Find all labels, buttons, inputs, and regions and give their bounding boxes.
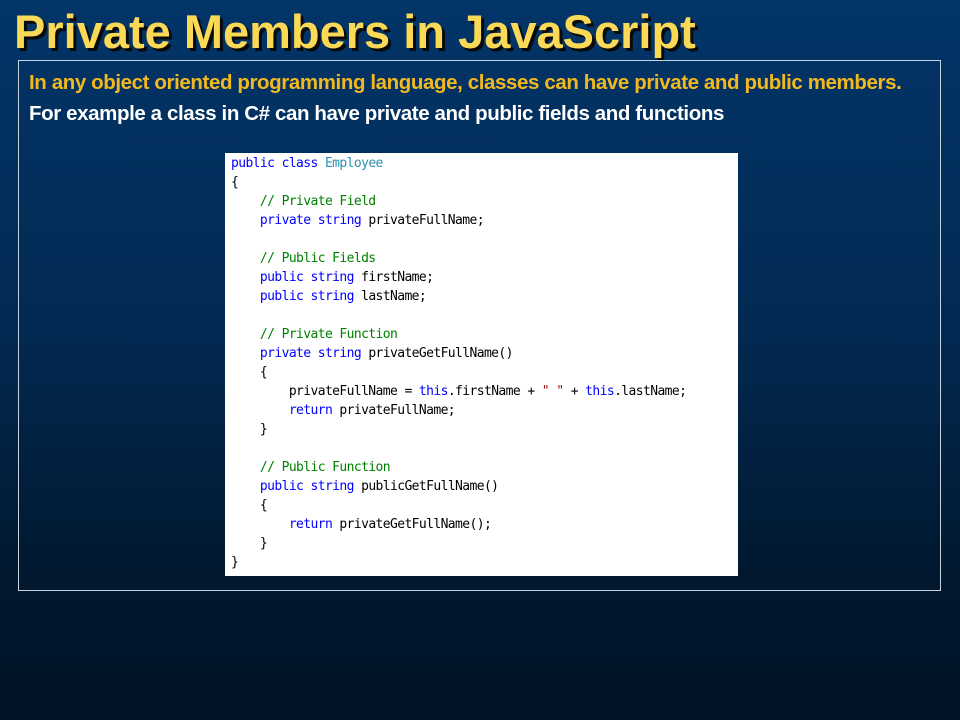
code-token-plain: firstName; — [361, 270, 434, 285]
code-token-type: Employee — [324, 156, 383, 171]
code-token-plain: { — [231, 498, 268, 513]
code-token-keyword: private string — [231, 346, 369, 361]
code-token-plain: privateFullName; — [339, 403, 456, 418]
code-line: public class Employee — [231, 154, 686, 173]
code-line: // Private Field — [231, 192, 686, 211]
code-token-plain: lastName; — [361, 289, 427, 304]
intro-body-text: For example a class in C# can have priva… — [29, 102, 724, 125]
intro-paragraph: In any object oriented programming langu… — [29, 67, 929, 129]
code-token-string: " " — [541, 384, 564, 399]
code-token-plain: } — [231, 536, 268, 551]
code-token-plain: privateGetFullName(); — [339, 517, 492, 532]
code-line: privateFullName = this.firstName + " " +… — [231, 382, 687, 401]
code-token-comment: // Public Fields — [231, 251, 376, 266]
content-box: In any object oriented programming langu… — [18, 60, 941, 591]
code-line: private string privateGetFullName() — [231, 344, 686, 363]
code-line: // Public Function — [231, 458, 686, 477]
code-token-plain: publicGetFullName() — [361, 479, 499, 494]
code-line: public string firstName; — [231, 268, 686, 287]
code-token-keyword: this — [585, 384, 615, 399]
code-line: { — [231, 173, 686, 192]
code-token-keyword: this — [418, 384, 449, 399]
code-line: public string publicGetFullName() — [231, 477, 686, 496]
code-block: public class Employee{ // Private Field … — [231, 154, 687, 572]
code-token-keyword: return — [231, 517, 340, 532]
code-token-plain: } — [231, 555, 239, 570]
slide-title: Private Members in JavaScript — [14, 5, 696, 58]
code-line: { — [231, 363, 686, 382]
code-line: private string privateFullName; — [231, 211, 686, 230]
intro-highlight-text: In any object oriented programming langu… — [29, 71, 902, 94]
code-token-keyword: public string — [231, 479, 362, 494]
code-token-comment: // Public Function — [231, 460, 391, 475]
code-token-keyword: public string — [231, 289, 362, 304]
code-token-plain: { — [231, 365, 268, 380]
code-token-keyword: return — [231, 403, 340, 418]
code-line: // Public Fields — [231, 249, 686, 268]
code-token-plain: .firstName + — [447, 384, 542, 399]
code-line: return privateGetFullName(); — [231, 515, 686, 534]
code-token-keyword: private string — [231, 213, 369, 228]
code-token-plain: .lastName; — [614, 384, 687, 399]
code-panel: public class Employee{ // Private Field … — [225, 153, 738, 576]
code-line: { — [231, 496, 686, 515]
code-line: return privateFullName; — [231, 401, 686, 420]
code-token-plain: + — [563, 384, 586, 399]
code-line: // Private Function — [231, 325, 686, 344]
code-line: } — [231, 420, 686, 439]
code-token-keyword: public class — [231, 156, 325, 171]
code-token-plain: privateFullName = — [231, 384, 419, 399]
code-line: public string lastName; — [231, 287, 686, 306]
code-line: } — [231, 534, 686, 553]
code-token-plain: privateGetFullName() — [368, 346, 513, 361]
code-token-comment: // Private Field — [231, 194, 376, 209]
code-line: } — [231, 553, 686, 572]
code-token-plain: { — [231, 175, 239, 190]
code-token-keyword: public string — [231, 270, 362, 285]
code-token-plain: } — [231, 422, 268, 437]
code-token-plain: privateFullName; — [368, 213, 484, 228]
code-token-comment: // Private Function — [231, 327, 398, 342]
